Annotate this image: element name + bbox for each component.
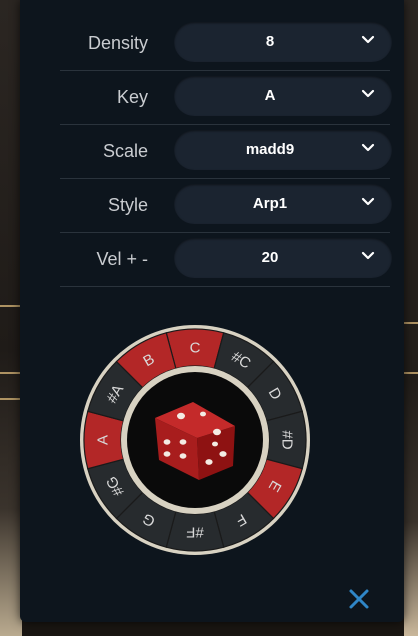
style-row: Style Arp1 — [60, 178, 392, 233]
scale-row: Scale madd9 — [60, 124, 392, 179]
note-label: #F — [186, 524, 204, 541]
key-value: A — [264, 87, 276, 104]
chevron-down-icon — [361, 197, 375, 206]
scale-label: Scale — [102, 141, 148, 161]
note-label: #D — [279, 430, 296, 449]
style-value: Arp1 — [252, 195, 288, 212]
chevron-down-icon — [361, 143, 375, 152]
background-app-left — [0, 0, 22, 636]
note-label: C — [190, 340, 201, 357]
note-label: A — [95, 435, 112, 445]
background-line — [0, 398, 22, 400]
velocity-dropdown[interactable]: 20 — [174, 238, 392, 278]
style-dropdown[interactable]: Arp1 — [174, 184, 392, 224]
key-dropdown[interactable]: A — [174, 76, 392, 116]
chevron-down-icon — [361, 251, 375, 260]
background-line — [0, 305, 22, 307]
chevron-down-icon — [361, 89, 375, 98]
density-value: 8 — [265, 33, 275, 50]
background-line — [404, 322, 418, 324]
velocity-label: Vel + - — [96, 249, 148, 269]
close-icon[interactable] — [346, 586, 372, 612]
velocity-row: Vel + - 20 — [60, 232, 392, 287]
note-wheel: C#CD#DEF#FG#GA#AB — [80, 325, 310, 555]
background-line — [404, 372, 418, 374]
density-row: Density 8 — [60, 16, 392, 71]
chevron-down-icon — [361, 35, 375, 44]
velocity-value: 20 — [261, 249, 279, 266]
background-line — [0, 372, 22, 374]
density-label: Density — [87, 33, 148, 53]
key-label: Key — [116, 87, 148, 107]
scale-dropdown[interactable]: madd9 — [174, 130, 392, 170]
scale-value: madd9 — [245, 141, 295, 158]
style-label: Style — [107, 195, 148, 215]
key-row: Key A — [60, 70, 392, 125]
density-dropdown[interactable]: 8 — [174, 22, 392, 62]
background-app-right — [404, 0, 418, 636]
